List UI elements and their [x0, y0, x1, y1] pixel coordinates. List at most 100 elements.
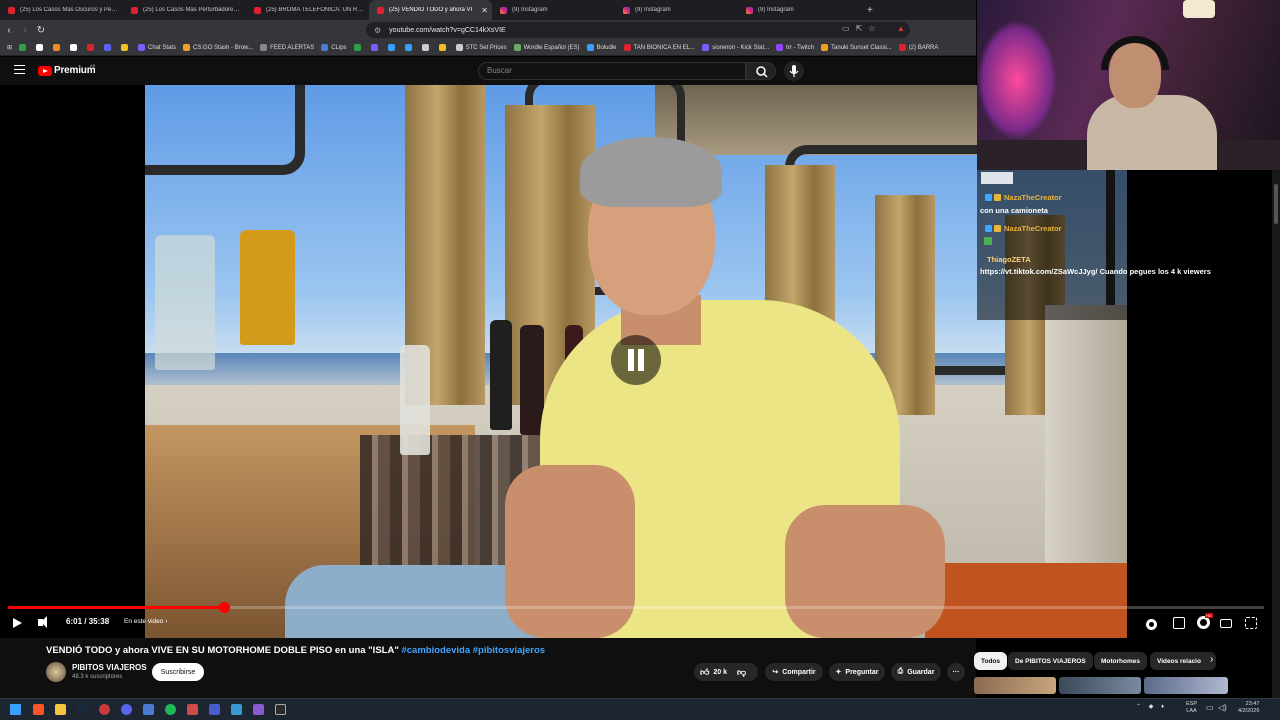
channel-name[interactable]: PIBITOS VIAJEROS [72, 663, 147, 672]
brave-browser-icon[interactable] [33, 704, 44, 715]
save-button[interactable]: ⎙ Guardar [891, 663, 941, 681]
voice-search-button[interactable] [784, 61, 804, 81]
cursor-app-icon[interactable] [275, 704, 286, 715]
chip-all[interactable]: Todos [974, 652, 1008, 670]
browser-tab[interactable]: (25) BROMA TELEFONICA: UN REMI [246, 0, 369, 20]
more-actions-button[interactable]: ··· [947, 663, 965, 681]
discord-icon[interactable] [121, 704, 132, 715]
chat-username[interactable]: NazaTheCreator [1004, 193, 1062, 202]
bookmark-item[interactable] [438, 44, 449, 51]
video-hashtags[interactable]: #cambiodevida #pibitosviajeros [401, 645, 545, 656]
streaming-app-icon[interactable] [253, 704, 264, 715]
bookmark-item[interactable]: TAN BIONICA EN EL... [623, 44, 695, 51]
bookmark-item[interactable] [104, 44, 114, 51]
bookmark-item[interactable]: Boludle [586, 44, 617, 51]
video-thumbnail[interactable] [1144, 677, 1228, 694]
bookmark-item[interactable] [53, 44, 63, 51]
bookmark-item[interactable] [353, 44, 364, 51]
chat-username[interactable]: ThiagoZETA [987, 255, 1031, 264]
bookmark-item[interactable]: FEED ALERTAS [260, 44, 314, 51]
bookmark-item[interactable]: CLips [321, 44, 347, 51]
ask-button[interactable]: ✦ Preguntar [829, 663, 885, 681]
file-explorer-icon[interactable] [55, 704, 66, 715]
pause-overlay-icon[interactable] [611, 335, 661, 385]
bookmark-item[interactable] [387, 44, 398, 51]
subtitles-icon[interactable] [1173, 617, 1185, 629]
share-icon[interactable]: ⇱ [856, 24, 863, 33]
tray-mic-icon[interactable]: ♦ [1161, 704, 1164, 710]
bookmark-item[interactable]: CS:GO Stash - Brow... [183, 44, 253, 51]
bookmark-item[interactable] [87, 44, 97, 51]
like-button[interactable]: 👍︎ 20 k [700, 667, 727, 678]
bookmark-item[interactable]: STC Set Prices [455, 44, 507, 51]
steam-icon[interactable] [77, 704, 88, 715]
bookmark-star-icon[interactable]: ☆ [868, 24, 875, 33]
bookmark-item[interactable] [36, 44, 46, 51]
theater-mode-icon[interactable] [1220, 619, 1232, 628]
page-scrollbar[interactable] [1272, 170, 1280, 698]
monitor-app-icon[interactable] [143, 704, 154, 715]
bookmark-item[interactable] [421, 44, 432, 51]
bookmark-item[interactable]: Chat Stats [138, 44, 176, 51]
bookmark-item[interactable]: trr - Twitch [776, 44, 814, 51]
browser-tab-active[interactable]: (25) VENDIÓ TODO y ahora VI ✕ [369, 0, 492, 20]
dislike-button[interactable]: 👎︎ [737, 667, 746, 678]
subscribe-button[interactable]: Suscribirse [152, 663, 204, 681]
clock[interactable]: 23:47 4/2/2026 [1238, 701, 1259, 715]
back-icon[interactable]: ‹ [2, 23, 16, 37]
chrome-icon[interactable] [99, 704, 110, 715]
bookmark-item[interactable]: (2) BARRA [898, 44, 938, 51]
scrollbar-thumb[interactable] [1274, 184, 1278, 224]
tray-app-icon[interactable]: ◆ [1149, 704, 1154, 710]
bookmark-item[interactable]: Tanuki Sunset Classi... [821, 44, 892, 51]
chat-username[interactable]: NazaTheCreator [1004, 224, 1062, 233]
tray-chevron-icon[interactable]: ⌃ [1136, 704, 1141, 710]
controller-app-icon[interactable] [231, 704, 242, 715]
bookmark-item[interactable] [70, 44, 80, 51]
bookmark-item[interactable] [404, 44, 415, 51]
install-app-icon[interactable]: ▭ [842, 24, 850, 33]
video-thumbnail[interactable] [974, 677, 1056, 694]
fullscreen-icon[interactable] [1245, 617, 1257, 629]
reload-icon[interactable]: ↻ [34, 23, 48, 37]
chip-motorhomes[interactable]: Motorhomes [1094, 652, 1147, 670]
windows-start-icon[interactable] [10, 704, 21, 715]
browser-tab[interactable]: (25) Los Casos Más Oscuros y Pertur [0, 0, 123, 20]
extension-alert-icon[interactable]: ▲ [897, 24, 905, 33]
bookmark-item[interactable]: sioneron - Kick Stat... [702, 44, 769, 51]
bookmark-item[interactable] [370, 44, 381, 51]
search-input[interactable]: Buscar [478, 62, 746, 80]
menu-icon[interactable] [14, 65, 25, 74]
chip-related[interactable]: Videos relacio [1150, 652, 1216, 670]
channel-avatar[interactable] [46, 662, 66, 682]
seek-bar[interactable] [8, 606, 1264, 609]
browser-tab[interactable]: (25) Los Casos Más Perturbadores D [123, 0, 246, 20]
youtube-logo-icon[interactable] [38, 66, 52, 76]
forward-icon[interactable]: › [18, 23, 32, 37]
chevron-right-icon[interactable]: › [1210, 654, 1213, 665]
search-button[interactable] [746, 62, 776, 80]
bookmark-item[interactable]: Wordle Español (ES) [513, 44, 580, 51]
bookmark-item[interactable] [121, 44, 131, 51]
input-language[interactable]: ESP LAA [1186, 701, 1197, 715]
network-icon[interactable]: ▭ [1206, 703, 1214, 712]
browser-tab[interactable]: (9) Instagram [492, 0, 615, 20]
video-thumbnail[interactable] [1059, 677, 1141, 694]
new-tab-button[interactable]: + [867, 5, 873, 16]
chapter-button[interactable]: En este video › [124, 618, 167, 625]
browser-tab[interactable]: (9) Instagram [738, 0, 861, 20]
chip-channel[interactable]: De PIBITOS VIAJEROS [1008, 652, 1093, 670]
spotify-icon[interactable] [165, 704, 176, 715]
apps-icon[interactable]: ⊞ [7, 44, 12, 51]
close-tab-icon[interactable]: ✕ [481, 6, 488, 15]
browser-tab[interactable]: (9) Instagram [615, 0, 738, 20]
obs-icon[interactable] [209, 704, 220, 715]
share-button[interactable]: ↪ Compartir [765, 663, 823, 681]
site-info-icon[interactable]: ⚙ [374, 26, 381, 35]
calendar-app-icon[interactable] [187, 704, 198, 715]
bookmark-item[interactable] [19, 44, 29, 51]
speaker-icon[interactable]: ◁) [1218, 703, 1227, 712]
play-icon[interactable] [13, 618, 22, 628]
volume-icon[interactable] [38, 616, 47, 628]
autoplay-toggle-icon[interactable] [1146, 619, 1157, 630]
